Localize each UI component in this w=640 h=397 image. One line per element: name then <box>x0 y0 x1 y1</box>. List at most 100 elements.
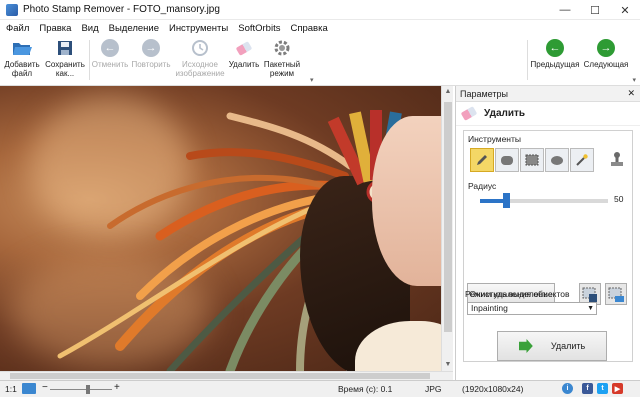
zoom-slider-handle[interactable] <box>86 385 90 394</box>
toolbar-separator <box>89 40 90 80</box>
floppy-disk-icon <box>55 38 75 58</box>
pencil-tool[interactable] <box>470 148 494 172</box>
magic-wand-icon <box>576 154 588 166</box>
menu-view[interactable]: Вид <box>81 23 98 34</box>
section-title: Удалить <box>484 108 526 119</box>
app-icon <box>6 3 18 16</box>
image-format: JPG <box>425 384 442 394</box>
removal-mode-value: Inpainting <box>471 303 508 313</box>
tool-row <box>470 148 594 172</box>
horizontal-scrollbar[interactable] <box>0 371 453 380</box>
undo-button[interactable]: ← Отменить <box>91 38 129 69</box>
redo-button[interactable]: → Повторить <box>130 38 172 69</box>
save-as-button[interactable]: Сохранить как... <box>44 38 86 78</box>
green-arrow-icon <box>518 339 533 353</box>
lasso-tool[interactable] <box>545 148 569 172</box>
eraser-icon <box>460 106 478 121</box>
add-file-label: Добавить файл <box>4 60 40 78</box>
radius-value: 50 <box>614 194 624 204</box>
previous-button[interactable]: ← Предыдущая <box>529 38 581 69</box>
stamp-tool[interactable] <box>606 149 628 171</box>
scroll-up-icon[interactable]: ▲ <box>442 86 454 98</box>
menu-softorbits[interactable]: SoftOrbits <box>238 23 280 34</box>
redo-arrow-icon: → <box>142 39 160 57</box>
close-button[interactable]: ✕ <box>610 0 640 20</box>
minimize-button[interactable]: — <box>550 0 580 20</box>
info-icon[interactable]: i <box>562 383 573 394</box>
eraser-icon <box>235 40 253 56</box>
save-as-label: Сохранить как... <box>45 60 85 78</box>
chevron-down-icon: ▼ <box>587 305 594 312</box>
zoom-slider[interactable] <box>50 389 112 390</box>
toolbar-separator <box>527 40 528 80</box>
batch-mode-button[interactable]: Пакетный режим <box>262 38 302 78</box>
next-arrow-icon: → <box>597 39 615 57</box>
original-image-button[interactable]: Исходное изображение <box>175 38 225 78</box>
remove-label: Удалить <box>228 60 260 69</box>
zoom-in-icon[interactable]: + <box>114 382 120 393</box>
folder-open-icon <box>12 38 32 58</box>
panel-close-icon[interactable]: ✕ <box>627 88 635 99</box>
pencil-icon <box>477 155 487 165</box>
tools-group: Инструменты Радиус 50 Очистить выделение <box>463 130 633 362</box>
lasso-icon <box>551 155 563 165</box>
previous-arrow-icon: ← <box>546 39 564 57</box>
image-dimensions: (1920x1080x24) <box>462 384 524 394</box>
radius-slider-handle[interactable] <box>502 193 510 208</box>
previous-label: Предыдущая <box>530 60 580 69</box>
panel-title: Параметры <box>460 89 508 99</box>
undo-arrow-icon: ← <box>101 39 119 57</box>
menu-bar: Файл Правка Вид Выделение Инструменты So… <box>0 20 640 36</box>
radius-label: Радиус <box>468 181 497 191</box>
save-selection-icon <box>582 287 597 302</box>
menu-help[interactable]: Справка <box>290 23 327 34</box>
facebook-icon[interactable]: f <box>582 383 593 394</box>
next-label: Следующая <box>583 60 629 69</box>
gear-icon <box>272 38 292 58</box>
next-button[interactable]: → Следующая <box>582 38 630 69</box>
radius-slider[interactable] <box>480 193 608 208</box>
run-remove-label: Удалить <box>550 341 586 351</box>
menu-selection[interactable]: Выделение <box>109 23 159 34</box>
run-remove-button[interactable]: Удалить <box>497 331 607 361</box>
history-clock-icon <box>190 38 210 58</box>
youtube-icon[interactable]: ▶ <box>612 383 623 394</box>
rectangle-select-icon <box>525 154 539 166</box>
remove-button[interactable]: Удалить <box>226 38 262 69</box>
menu-file[interactable]: Файл <box>6 23 29 34</box>
title-bar: Photo Stamp Remover - FOTO_mansory.jpg —… <box>0 0 640 20</box>
fit-screen-icon[interactable] <box>22 383 36 394</box>
zoom-ratio[interactable]: 1:1 <box>5 384 17 394</box>
original-image-label: Исходное изображение <box>175 60 225 78</box>
undo-label: Отменить <box>91 60 129 69</box>
image-canvas[interactable] <box>0 86 441 371</box>
removal-mode-label: Режим удаления объектов <box>465 289 570 299</box>
ribbon-collapse-icon[interactable]: ▾ <box>310 76 314 84</box>
zoom-out-icon[interactable]: − <box>42 382 48 393</box>
window-controls: — ☐ ✕ <box>550 0 640 20</box>
window-title: Photo Stamp Remover - FOTO_mansory.jpg <box>23 4 220 15</box>
stamp-icon <box>611 152 623 166</box>
menu-tools[interactable]: Инструменты <box>169 23 228 34</box>
rectangle-select-tool[interactable] <box>520 148 544 172</box>
load-selection-icon <box>608 287 624 302</box>
eraser-tool-icon <box>501 155 513 165</box>
toolbar: Добавить файл Сохранить как... ← Отменит… <box>0 36 640 86</box>
magic-wand-tool[interactable] <box>570 148 594 172</box>
load-selection-button[interactable] <box>605 283 627 305</box>
processing-time: Время (c): 0.1 <box>338 384 393 394</box>
status-bar: 1:1 − + Время (c): 0.1 JPG (1920x1080x24… <box>0 380 640 397</box>
add-file-button[interactable]: Добавить файл <box>4 38 40 78</box>
twitter-icon[interactable]: t <box>597 383 608 394</box>
magic-eraser-tool[interactable] <box>495 148 519 172</box>
batch-mode-label: Пакетный режим <box>263 60 301 78</box>
menu-edit[interactable]: Правка <box>39 23 71 34</box>
vertical-scrollbar[interactable]: ▲ ▼ <box>441 86 453 371</box>
removal-mode-select[interactable]: Inpainting ▼ <box>467 302 597 315</box>
ribbon-collapse-icon[interactable]: ▾ <box>632 76 636 84</box>
parameters-panel: Параметры ✕ Удалить Инструменты Радиус 5… <box>455 86 640 380</box>
maximize-button[interactable]: ☐ <box>580 0 610 20</box>
tools-label: Инструменты <box>468 134 522 144</box>
scroll-down-icon[interactable]: ▼ <box>442 359 454 371</box>
redo-label: Повторить <box>131 60 171 69</box>
